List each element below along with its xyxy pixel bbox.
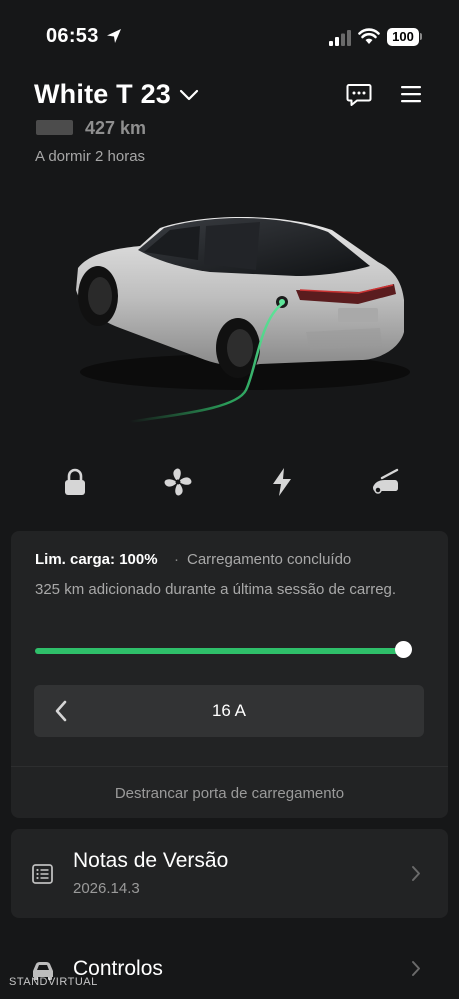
release-notes-icon xyxy=(32,864,53,884)
charge-current-value: 16 A xyxy=(211,701,247,720)
charging-card: Lim. carga: 100% · Carregamento concluíd… xyxy=(11,531,448,818)
charge-limit-label[interactable]: Lim. carga: 100% xyxy=(35,551,158,568)
separator-dot: · xyxy=(174,551,179,568)
battery-icon: 100 xyxy=(387,28,419,46)
software-version: 2026.14.3 xyxy=(73,880,140,897)
menu-icon[interactable] xyxy=(400,84,422,104)
wifi-icon xyxy=(358,28,380,44)
charge-added-text: 325 km adicionado durante a última sessã… xyxy=(35,581,397,598)
trunk-icon[interactable] xyxy=(369,466,401,498)
chevron-right-icon xyxy=(412,866,420,881)
lock-icon[interactable] xyxy=(59,466,91,498)
status-bar: 06:53 100 xyxy=(0,0,459,70)
watermark: STANDVIRTUAL xyxy=(9,976,98,988)
charging-status: Carregamento concluído xyxy=(187,551,352,568)
battery-tip xyxy=(420,33,422,40)
battery-level-bar xyxy=(36,120,73,135)
chat-icon[interactable] xyxy=(346,83,372,107)
range-value: 427 km xyxy=(85,118,147,138)
release-notes-title: Notas de Versão xyxy=(73,849,229,872)
divider xyxy=(11,766,448,767)
fan-icon[interactable] xyxy=(162,466,194,498)
car-image xyxy=(76,217,410,424)
car-name[interactable]: White T 23 xyxy=(34,79,171,110)
unlock-charge-port-button[interactable]: Destrancar porta de carregamento xyxy=(11,785,448,802)
charge-limit-slider-fill xyxy=(35,648,403,654)
sleep-status: A dormir 2 horas xyxy=(35,148,146,165)
release-notes-row[interactable]: Notas de Versão 2026.14.3 xyxy=(11,829,448,918)
charge-current-stepper: 16 A xyxy=(34,685,424,737)
chevron-right-icon[interactable] xyxy=(411,960,421,977)
status-time: 06:53 xyxy=(46,25,99,47)
signal-icon xyxy=(329,30,351,46)
location-arrow-icon xyxy=(107,29,121,43)
charge-limit-slider-handle[interactable] xyxy=(394,641,412,658)
chevron-down-icon[interactable] xyxy=(179,88,199,102)
charge-limit-slider[interactable] xyxy=(35,648,403,654)
lightning-icon[interactable] xyxy=(266,466,298,498)
